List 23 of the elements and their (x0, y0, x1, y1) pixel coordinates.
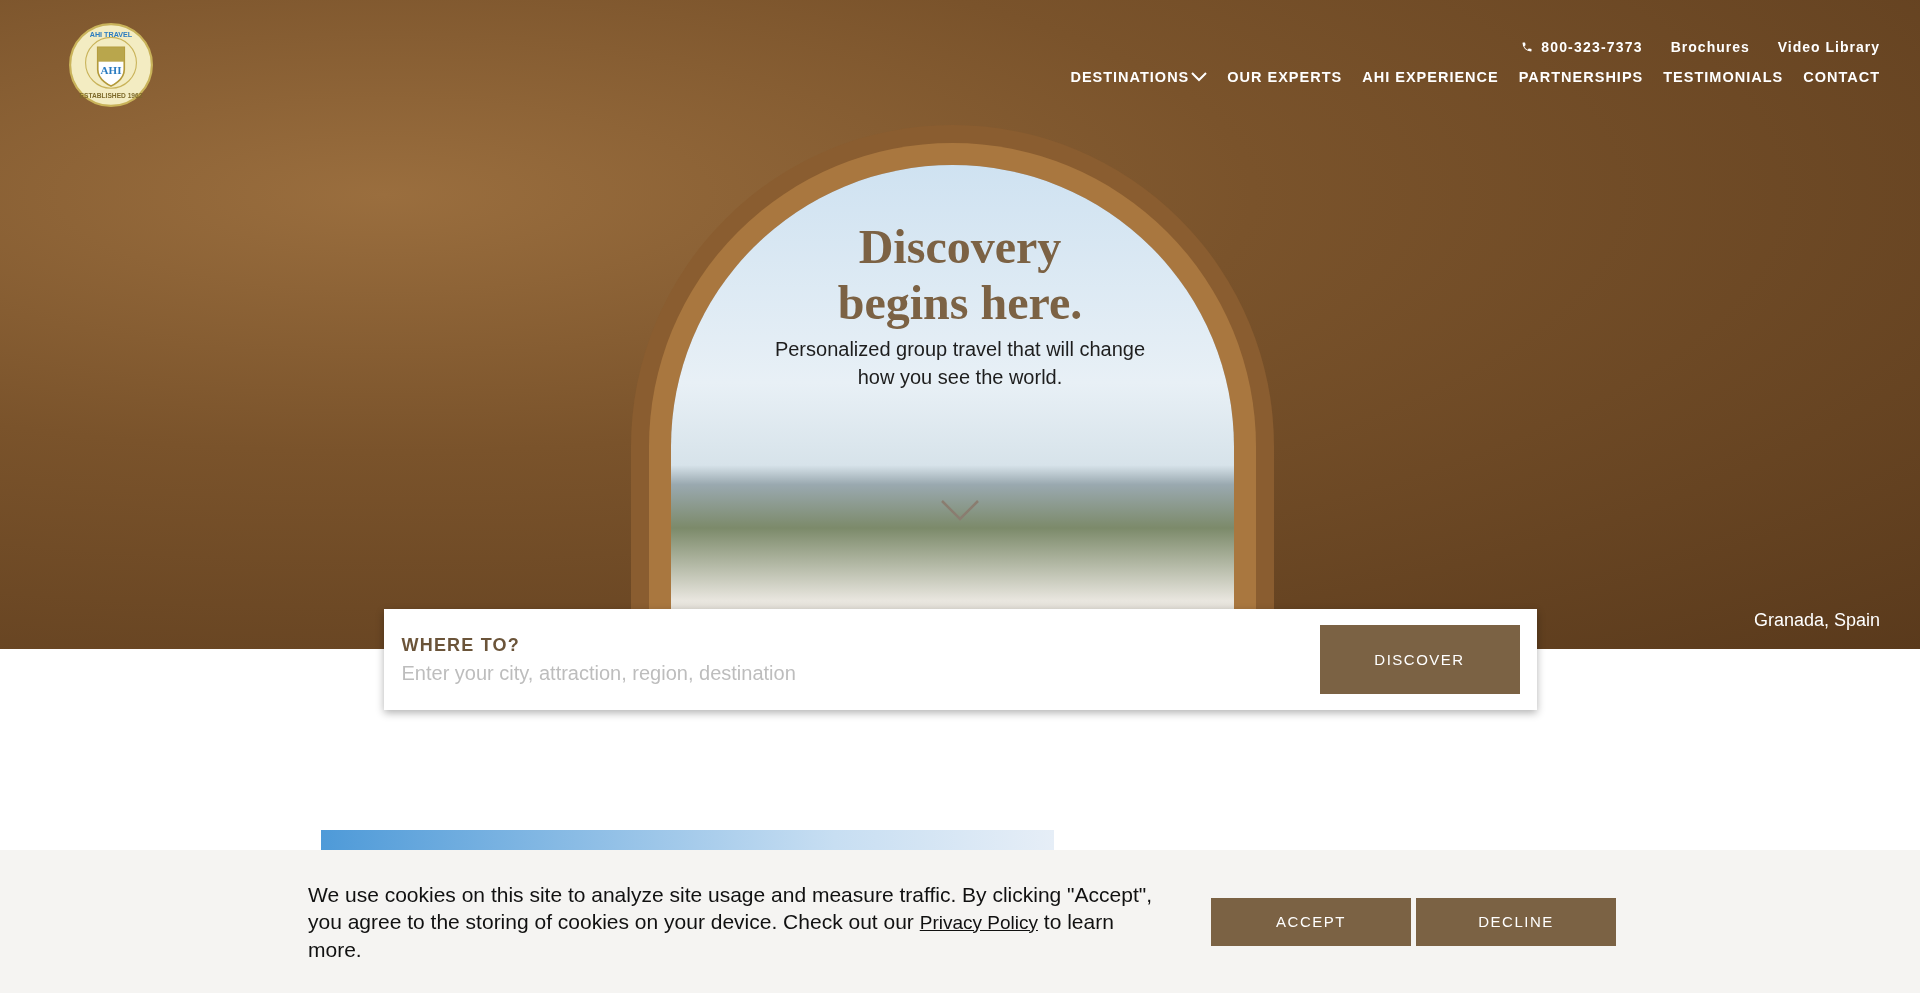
hero-subtitle: Personalized group travel that will change how you see the world. (773, 337, 1147, 390)
cookie-button[interactable]: DECLINE (1416, 897, 1616, 946)
phone-icon (1521, 41, 1534, 53)
cookie-text: We use cookies on this site to analyze site usage and measure traffic. By clicking "Accept", you agree to the storing of cookies on your device. Check out our Privacy Policy to learn more. (308, 881, 1154, 963)
utility-link[interactable]: Video Library (1777, 39, 1880, 55)
phone-text[interactable]: 800-323-7373 (1541, 39, 1643, 55)
nav-link[interactable]: CONTACT (1803, 69, 1880, 85)
nav-link[interactable]: OUR EXPERTS (1227, 69, 1343, 85)
search-field[interactable]: Enter your city, attraction, region, destination (401, 661, 1102, 685)
photo-caption: Granada, Spain (1753, 610, 1880, 631)
nav-link[interactable]: AHI EXPERIENCE (1362, 69, 1499, 85)
phone-number[interactable]: 800-323-7373 (1521, 39, 1643, 55)
utility-link[interactable]: Brochures (1670, 39, 1750, 55)
search-label: WHERE TO? (401, 634, 521, 656)
chevron-down-icon[interactable] (940, 499, 980, 521)
chevron-down-icon (1191, 72, 1208, 82)
hero-title: Discovery begins here. (836, 219, 1084, 331)
nav-link[interactable]: TESTIMONIALS (1663, 69, 1784, 85)
discover-button[interactable]: DISCOVER (1319, 625, 1520, 694)
privacy-policy-link[interactable]: Privacy Policy (919, 911, 1038, 933)
nav-dropdown[interactable]: DESTINATIONS (1070, 69, 1208, 85)
cookie-button[interactable]: ACCEPT (1211, 897, 1411, 946)
nav-link[interactable]: PARTNERSHIPS (1518, 69, 1644, 85)
